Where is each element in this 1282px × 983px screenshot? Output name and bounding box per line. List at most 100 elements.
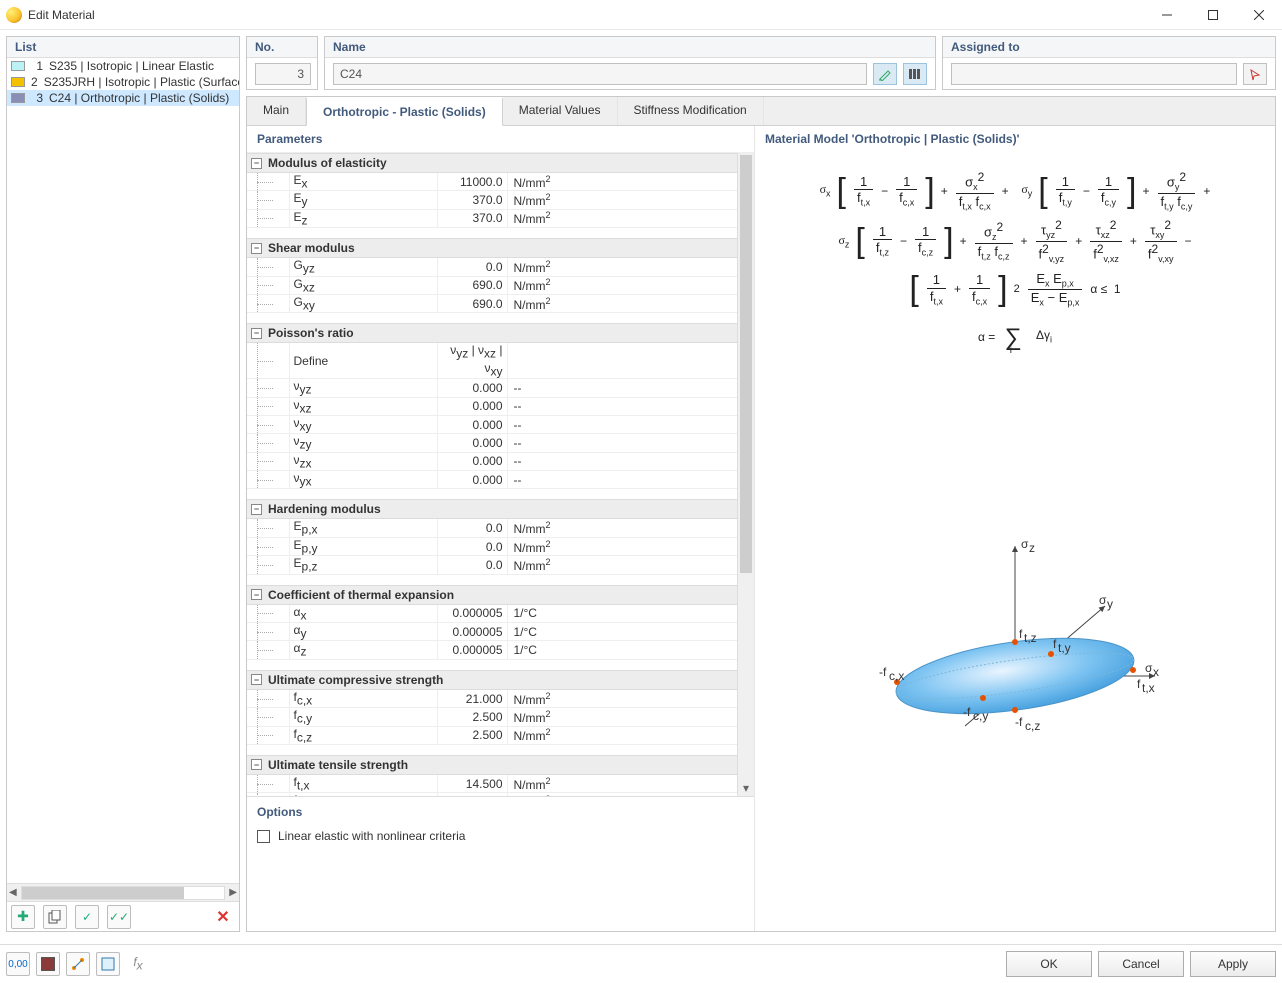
param-group-header[interactable]: −Poisson's ratio — [247, 323, 737, 343]
svg-text:-f: -f — [1015, 715, 1023, 729]
parameters-grid[interactable]: −Modulus of elasticityEx11000.0N/mm2Ey37… — [247, 153, 737, 796]
footer-bar: 0,00 fx OK Cancel Apply — [0, 944, 1282, 983]
tab[interactable]: Stiffness Modification — [618, 97, 764, 125]
param-group-header[interactable]: −Ultimate tensile strength — [247, 755, 737, 775]
param-row[interactable]: fc,x21.000N/mm2 — [247, 690, 737, 708]
param-row[interactable]: Ey370.0N/mm2 — [247, 191, 737, 209]
param-row[interactable]: νzy0.000-- — [247, 434, 737, 452]
svg-text:σ: σ — [1021, 537, 1029, 551]
param-group-header[interactable]: −Modulus of elasticity — [247, 153, 737, 173]
param-row[interactable]: Defineνyz | νxz | νxy — [247, 343, 737, 378]
ok-button[interactable]: OK — [1006, 951, 1092, 977]
param-row[interactable]: Gxz690.0N/mm2 — [247, 276, 737, 294]
svg-text:c,y: c,y — [973, 709, 988, 723]
apply-button[interactable]: Apply — [1190, 951, 1276, 977]
list-h-scrollbar[interactable]: ◀ ▶ — [7, 883, 239, 901]
app-icon — [6, 7, 22, 23]
param-row[interactable]: Ep,y0.0N/mm2 — [247, 537, 737, 555]
param-row[interactable]: fc,z2.500N/mm2 — [247, 726, 737, 744]
window-title: Edit Material — [28, 8, 95, 22]
library-button[interactable] — [903, 63, 927, 85]
svg-text:-f: -f — [879, 665, 887, 679]
param-row[interactable]: Gxy690.0N/mm2 — [247, 294, 737, 312]
svg-text:c,x: c,x — [889, 669, 904, 683]
delete-material-button[interactable]: ✕ — [211, 905, 235, 929]
preview-title: Material Model 'Orthotropic | Plastic (S… — [765, 132, 1265, 146]
minimize-button[interactable] — [1144, 0, 1190, 30]
svg-text:y: y — [1107, 597, 1113, 611]
new-material-button[interactable]: ✚ — [11, 905, 35, 929]
assigned-input[interactable] — [951, 63, 1237, 85]
yield-formula: σx [ 1ft,x − 1fc,x ] + σx2ft,x fc,x + σy… — [765, 154, 1265, 367]
diagram-button[interactable] — [66, 952, 90, 976]
param-row[interactable]: νxz0.000-- — [247, 397, 737, 415]
param-row[interactable]: ft,x14.500N/mm2 — [247, 775, 737, 793]
param-row[interactable]: νzx0.000-- — [247, 452, 737, 470]
tabs: MainOrthotropic - Plastic (Solids)Materi… — [247, 97, 1275, 126]
param-row[interactable]: νyz0.000-- — [247, 379, 737, 397]
units-button[interactable]: 0,00 — [6, 952, 30, 976]
no-input[interactable] — [255, 63, 311, 85]
pick-assigned-button[interactable] — [1243, 63, 1267, 85]
svg-text:f: f — [1137, 677, 1141, 691]
list-header: List — [7, 37, 239, 58]
name-field-box: Name — [324, 36, 936, 90]
parameters-v-scrollbar[interactable]: ▴ ▾ — [737, 153, 754, 796]
param-row[interactable]: ft,y0.400N/mm2 — [247, 793, 737, 796]
title-bar: Edit Material — [0, 0, 1282, 30]
tab[interactable]: Main — [247, 97, 306, 125]
param-group-header[interactable]: −Coefficient of thermal expansion — [247, 585, 737, 605]
material-list-panel: List 1S235 | Isotropic | Linear Elastic2… — [6, 36, 240, 932]
param-row[interactable]: Ep,z0.0N/mm2 — [247, 556, 737, 574]
param-group-header[interactable]: −Ultimate compressive strength — [247, 670, 737, 690]
yield-surface-diagram: σz σx σy ft,x -fc,x ft,y -fc,y ft,z -fc,… — [765, 377, 1265, 925]
linear-elastic-checkbox[interactable] — [257, 830, 270, 843]
no-label: No. — [247, 37, 317, 58]
param-row[interactable]: Gyz0.0N/mm2 — [247, 258, 737, 276]
param-group-header[interactable]: −Shear modulus — [247, 238, 737, 258]
edit-name-button[interactable] — [873, 63, 897, 85]
param-row[interactable]: Ez370.0N/mm2 — [247, 209, 737, 227]
svg-text:c,z: c,z — [1025, 719, 1040, 733]
assigned-field-box: Assigned to — [942, 36, 1276, 90]
no-field-box: No. — [246, 36, 318, 90]
options-title: Options — [257, 805, 744, 819]
param-row[interactable]: fc,y2.500N/mm2 — [247, 708, 737, 726]
svg-text:t,x: t,x — [1142, 681, 1155, 695]
svg-text:x: x — [1153, 665, 1159, 679]
check-all-button[interactable]: ✓✓ — [107, 905, 131, 929]
svg-text:-f: -f — [963, 705, 971, 719]
fx-button[interactable]: fx — [126, 952, 150, 976]
param-row[interactable]: νxy0.000-- — [247, 415, 737, 433]
param-row[interactable]: Ep,x0.0N/mm2 — [247, 519, 737, 537]
param-row[interactable]: νyx0.000-- — [247, 471, 737, 489]
close-button[interactable] — [1236, 0, 1282, 30]
name-input[interactable] — [333, 63, 867, 85]
swatch-button[interactable] — [36, 952, 60, 976]
svg-text:t,z: t,z — [1024, 631, 1037, 645]
tab[interactable]: Orthotropic - Plastic (Solids) — [306, 97, 503, 126]
name-label: Name — [325, 37, 935, 58]
param-row[interactable]: Ex11000.0N/mm2 — [247, 173, 737, 191]
material-list[interactable]: 1S235 | Isotropic | Linear Elastic2S235J… — [7, 58, 239, 883]
check-button[interactable]: ✓ — [75, 905, 99, 929]
linear-elastic-label: Linear elastic with nonlinear criteria — [278, 829, 465, 843]
param-row[interactable]: αy0.0000051/°C — [247, 623, 737, 641]
list-item[interactable]: 2S235JRH | Isotropic | Plastic (Surfaces… — [7, 74, 239, 90]
svg-text:σ: σ — [1099, 593, 1107, 607]
svg-text:t,y: t,y — [1058, 641, 1071, 655]
svg-text:σ: σ — [1145, 661, 1153, 675]
list-item[interactable]: 1S235 | Isotropic | Linear Elastic — [7, 58, 239, 74]
copy-material-button[interactable] — [43, 905, 67, 929]
param-group-header[interactable]: −Hardening modulus — [247, 499, 737, 519]
param-row[interactable]: αx0.0000051/°C — [247, 605, 737, 623]
maximize-button[interactable] — [1190, 0, 1236, 30]
list-item[interactable]: 3C24 | Orthotropic | Plastic (Solids) — [7, 90, 239, 106]
svg-text:f: f — [1019, 627, 1023, 641]
tab[interactable]: Material Values — [503, 97, 618, 125]
svg-text:z: z — [1029, 541, 1035, 555]
assigned-label: Assigned to — [943, 37, 1275, 58]
param-row[interactable]: αz0.0000051/°C — [247, 641, 737, 659]
cancel-button[interactable]: Cancel — [1098, 951, 1184, 977]
info-button[interactable] — [96, 952, 120, 976]
